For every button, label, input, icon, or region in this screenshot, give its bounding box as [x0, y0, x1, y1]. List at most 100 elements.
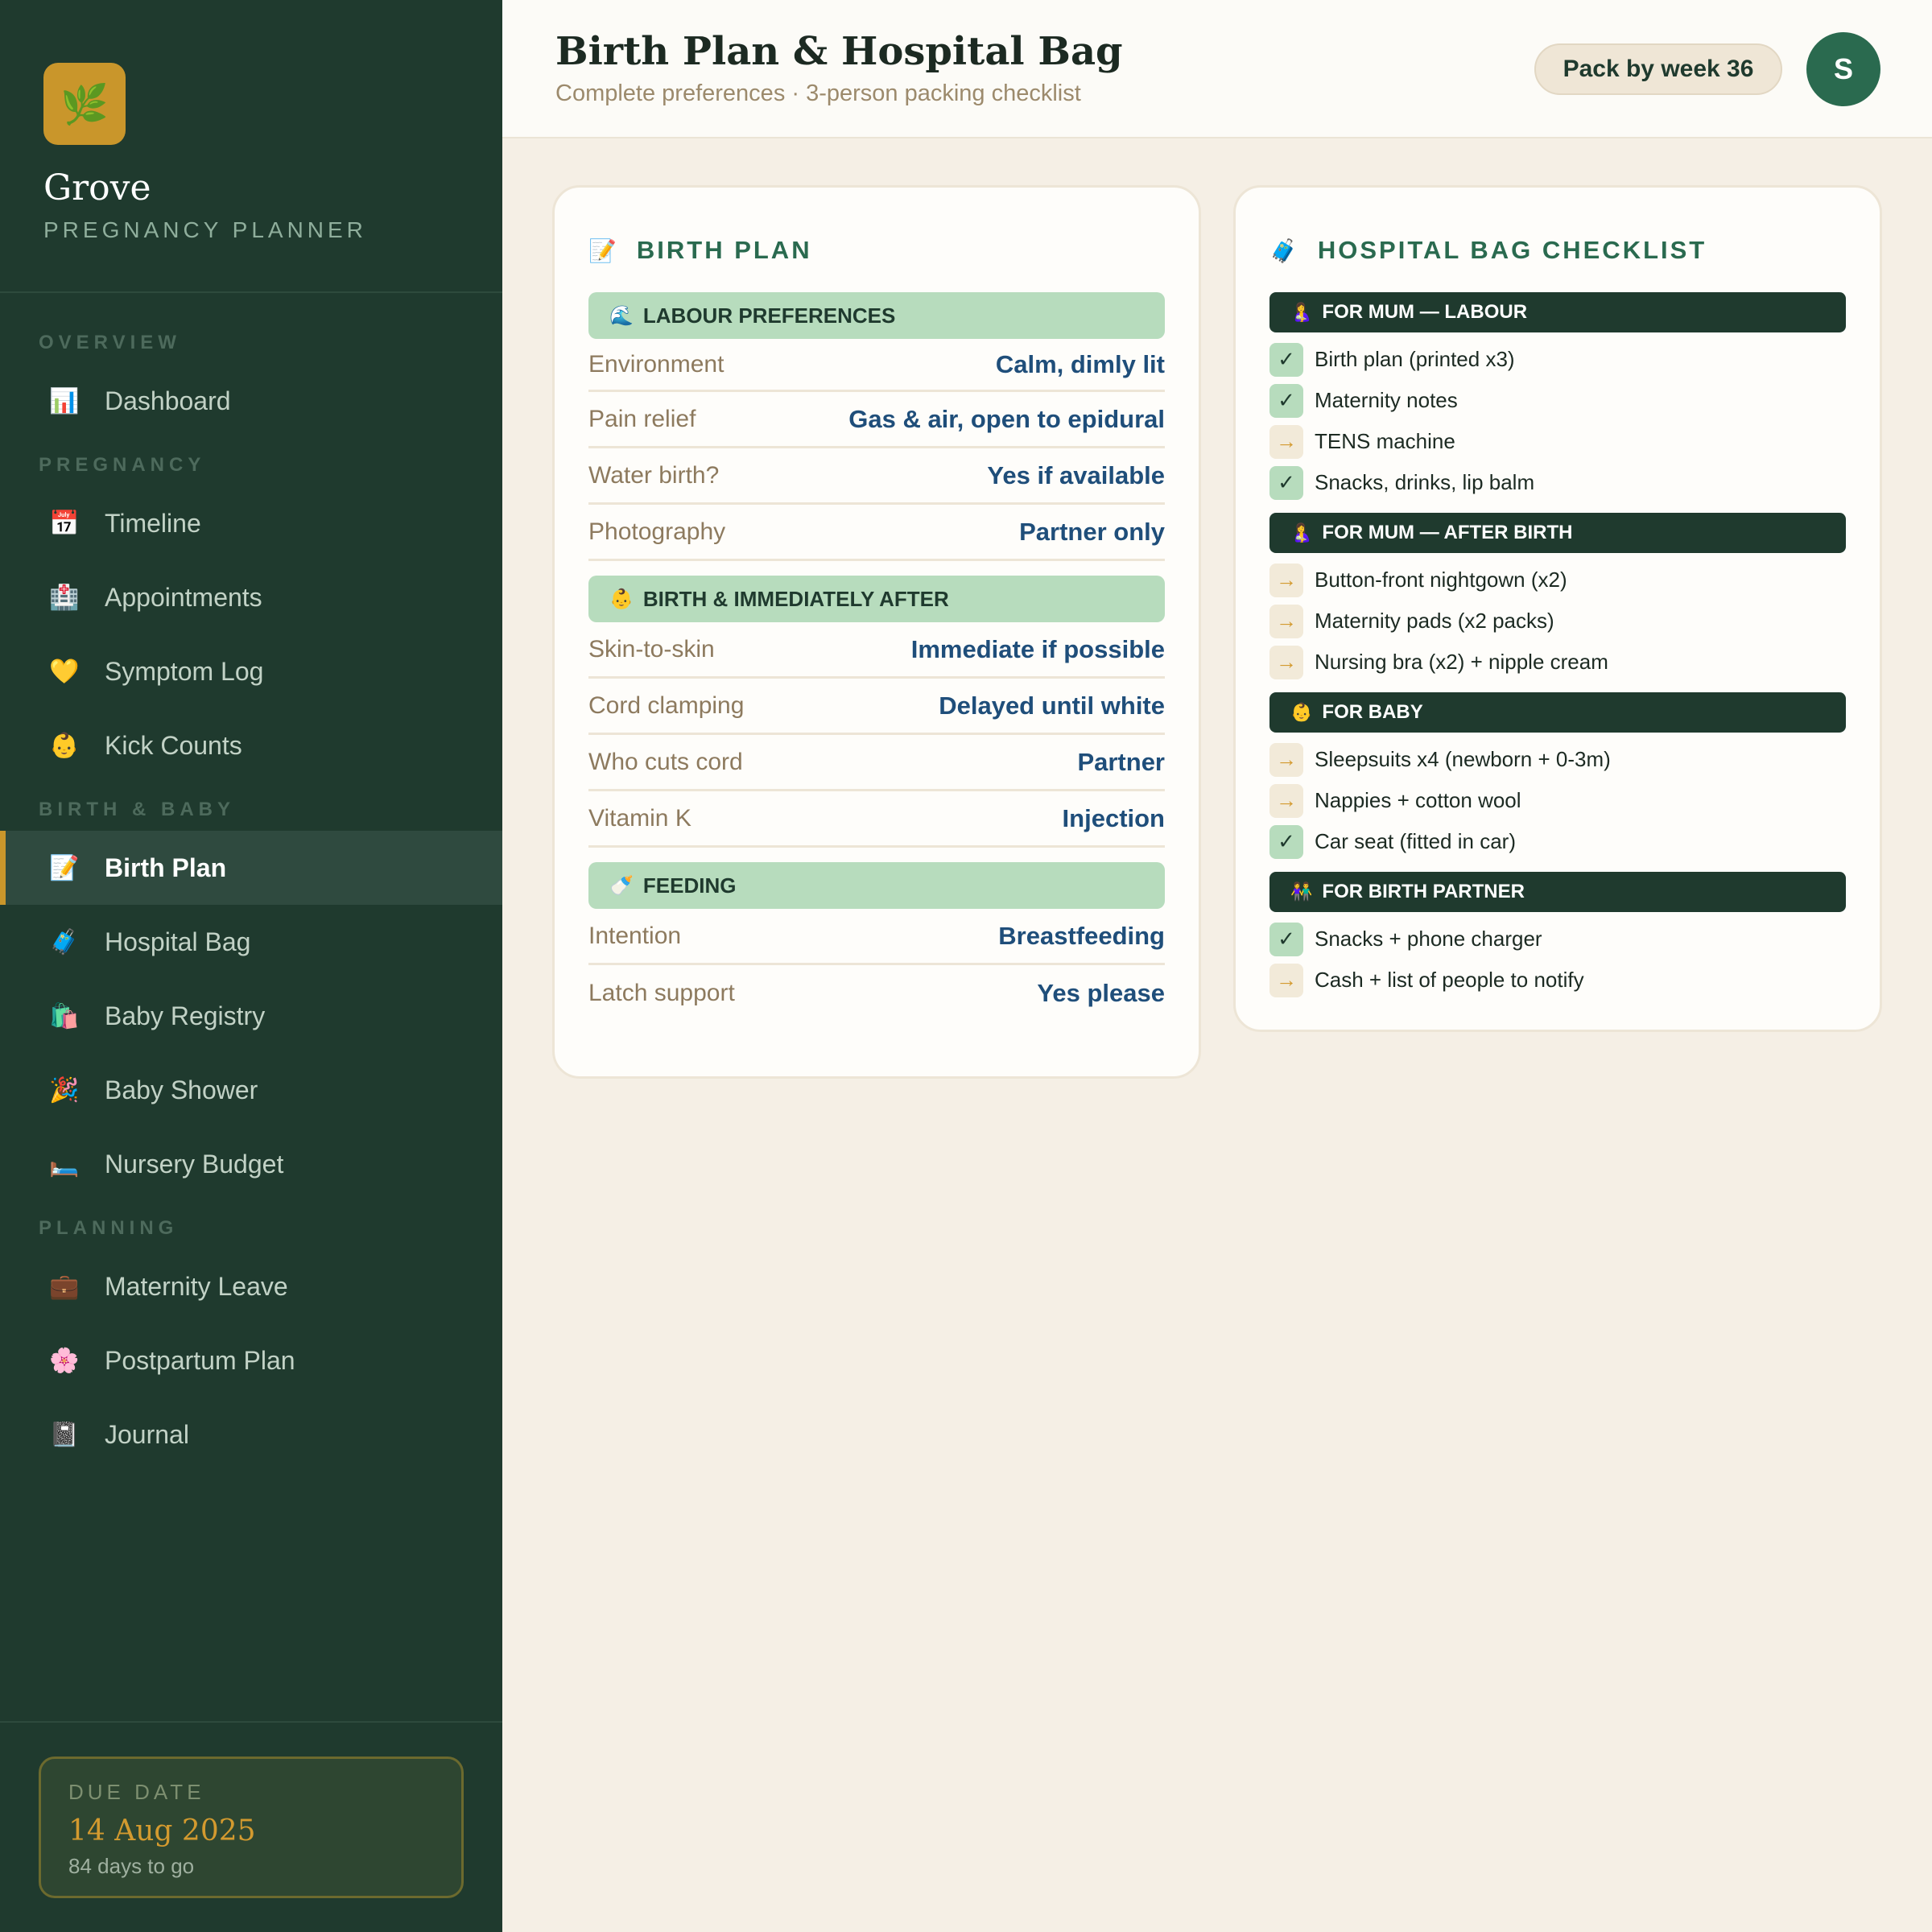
pref-row-latch-support[interactable]: Latch support Yes please	[588, 965, 1165, 1022]
pref-value: Breastfeeding	[998, 921, 1165, 950]
checklist-item-label: Car seat (fitted in car)	[1315, 829, 1516, 853]
sidebar-item-appointments[interactable]: 🏥 Appointments	[0, 560, 502, 634]
checkmark-icon[interactable]: ✓	[1269, 383, 1303, 418]
sidebar-divider	[0, 1721, 502, 1723]
avatar[interactable]: S	[1806, 32, 1880, 106]
pref-row-photography[interactable]: Photography Partner only	[588, 505, 1165, 561]
sidebar-item-label: Birth Plan	[105, 852, 227, 882]
pref-label: Cord clamping	[588, 691, 745, 719]
luggage-icon: 🧳	[49, 928, 80, 956]
sidebar-item-label: Maternity Leave	[105, 1271, 288, 1301]
mother-icon: 🤱	[1290, 522, 1313, 543]
page-title: Birth Plan & Hospital Bag	[555, 29, 1123, 74]
checklist-item-label: TENS machine	[1315, 429, 1455, 453]
pref-row-intention[interactable]: Intention Breastfeeding	[588, 909, 1165, 965]
checklist-item-label: Nappies + cotton wool	[1315, 788, 1521, 812]
pref-value: Delayed until white	[939, 691, 1165, 720]
pref-row-who-cuts-cord[interactable]: Who cuts cord Partner	[588, 735, 1165, 791]
pref-value: Partner only	[1019, 517, 1165, 546]
sidebar-item-postpartum-plan[interactable]: 🌸 Postpartum Plan	[0, 1323, 502, 1397]
memo-icon: 📝	[49, 854, 80, 881]
checkmark-icon[interactable]: ✓	[1269, 922, 1303, 956]
baby-icon: 👶	[609, 588, 634, 610]
section-title: FEEDING	[642, 873, 737, 898]
arrow-right-icon[interactable]: →	[1269, 604, 1303, 638]
sidebar-item-label: Timeline	[105, 508, 201, 538]
pref-value: Partner	[1077, 747, 1165, 776]
checklist-item[interactable]: ✓ Snacks, drinks, lip balm	[1269, 462, 1846, 503]
checklist-item[interactable]: → Cash + list of people to notify	[1269, 960, 1846, 1001]
section-title: LABOUR PREFERENCES	[642, 303, 896, 328]
brand-subtitle: PREGNANCY PLANNER	[43, 217, 367, 242]
pref-row-skin-to-skin[interactable]: Skin-to-skin Immediate if possible	[588, 622, 1165, 679]
checklist-item[interactable]: → Nappies + cotton wool	[1269, 780, 1846, 821]
checklist-item[interactable]: ✓ Birth plan (printed x3)	[1269, 339, 1846, 380]
checkmark-icon[interactable]: ✓	[1269, 342, 1303, 377]
logo[interactable]: 🌿	[43, 63, 126, 145]
pref-label: Photography	[588, 518, 726, 545]
checkmark-icon[interactable]: ✓	[1269, 465, 1303, 500]
arrow-right-icon[interactable]: →	[1269, 645, 1303, 679]
sidebar-item-birth-plan[interactable]: 📝 Birth Plan	[0, 831, 502, 905]
checklist-item[interactable]: ✓ Maternity notes	[1269, 380, 1846, 421]
checkmark-icon[interactable]: ✓	[1269, 824, 1303, 859]
sidebar-item-label: Appointments	[105, 582, 262, 612]
sidebar-item-label: Nursery Budget	[105, 1149, 284, 1179]
pref-row-cord-clamping[interactable]: Cord clamping Delayed until white	[588, 679, 1165, 735]
section-header-feeding: 🍼 FEEDING	[588, 862, 1165, 909]
pref-label: Environment	[588, 350, 724, 378]
bag-group-header: 👫 FOR BIRTH PARTNER	[1269, 872, 1846, 912]
bag-group-header: 👶 FOR BABY	[1269, 692, 1846, 733]
pack-deadline-badge: Pack by week 36	[1534, 43, 1782, 95]
pref-row-vitamin-k[interactable]: Vitamin K Injection	[588, 791, 1165, 848]
arrow-right-icon[interactable]: →	[1269, 563, 1303, 597]
pref-value: Immediate if possible	[910, 634, 1165, 663]
arrow-right-icon[interactable]: →	[1269, 424, 1303, 459]
arrow-right-icon[interactable]: →	[1269, 742, 1303, 777]
pref-label: Intention	[588, 922, 682, 949]
sidebar-item-symptom-log[interactable]: 💛 Symptom Log	[0, 634, 502, 708]
pref-label: Who cuts cord	[588, 748, 743, 775]
sidebar-item-hospital-bag[interactable]: 🧳 Hospital Bag	[0, 905, 502, 979]
checklist-item-label: Birth plan (printed x3)	[1315, 347, 1515, 371]
checklist-item[interactable]: → Maternity pads (x2 packs)	[1269, 601, 1846, 642]
checklist-item[interactable]: → Sleepsuits x4 (newborn + 0-3m)	[1269, 739, 1846, 780]
birth-plan-title: 📝 BIRTH PLAN	[588, 188, 1165, 292]
nav-section-planning: PLANNING	[39, 1217, 179, 1239]
pref-row-environment[interactable]: Environment Calm, dimly lit	[588, 339, 1165, 392]
mother-icon: 🤱	[1290, 302, 1313, 322]
sidebar-divider	[0, 291, 502, 293]
bag-item-list: ✓ Snacks + phone charger → Cash + list of p…	[1269, 912, 1846, 1010]
flower-icon: 🌸	[49, 1347, 80, 1374]
sidebar-item-kick-counts[interactable]: 👶 Kick Counts	[0, 708, 502, 782]
checklist-item[interactable]: → Button-front nightgown (x2)	[1269, 559, 1846, 601]
sidebar: 🌿 Grove PREGNANCY PLANNER OVERVIEW 📊 Das…	[0, 0, 502, 1932]
sidebar-item-label: Baby Shower	[105, 1075, 258, 1104]
checklist-item[interactable]: ✓ Snacks + phone charger	[1269, 919, 1846, 960]
sidebar-item-timeline[interactable]: 📅 Timeline	[0, 486, 502, 560]
sidebar-item-baby-shower[interactable]: 🎉 Baby Shower	[0, 1053, 502, 1127]
sidebar-item-journal[interactable]: 📓 Journal	[0, 1397, 502, 1472]
bag-group-header: 🤱 FOR MUM — AFTER BIRTH	[1269, 513, 1846, 553]
checklist-item[interactable]: ✓ Car seat (fitted in car)	[1269, 821, 1846, 862]
pref-label: Water birth?	[588, 461, 720, 489]
card-title-text: HOSPITAL BAG CHECKLIST	[1317, 236, 1707, 264]
bed-icon: 🛏️	[49, 1150, 80, 1178]
sidebar-item-label: Symptom Log	[105, 656, 264, 686]
sidebar-item-maternity-leave[interactable]: 💼 Maternity Leave	[0, 1249, 502, 1323]
sidebar-item-baby-registry[interactable]: 🛍️ Baby Registry	[0, 979, 502, 1053]
checklist-item[interactable]: → TENS machine	[1269, 421, 1846, 462]
arrow-right-icon[interactable]: →	[1269, 783, 1303, 818]
arrow-right-icon[interactable]: →	[1269, 963, 1303, 997]
checklist-item[interactable]: → Nursing bra (x2) + nipple cream	[1269, 642, 1846, 683]
brand-name: Grove	[43, 167, 151, 208]
sidebar-item-dashboard[interactable]: 📊 Dashboard	[0, 364, 502, 438]
couple-icon: 👫	[1290, 881, 1313, 902]
checklist-item-label: Snacks, drinks, lip balm	[1315, 470, 1535, 494]
pref-row-water-birth[interactable]: Water birth? Yes if available	[588, 448, 1165, 505]
checklist-item-label: Cash + list of people to notify	[1315, 968, 1584, 992]
pref-row-pain-relief[interactable]: Pain relief Gas & air, open to epidural	[588, 392, 1165, 448]
pref-value: Calm, dimly lit	[995, 349, 1165, 378]
hospital-bag-card: 🧳 HOSPITAL BAG CHECKLIST 🤱 FOR MUM — LABO…	[1233, 185, 1882, 1032]
sidebar-item-nursery-budget[interactable]: 🛏️ Nursery Budget	[0, 1127, 502, 1201]
